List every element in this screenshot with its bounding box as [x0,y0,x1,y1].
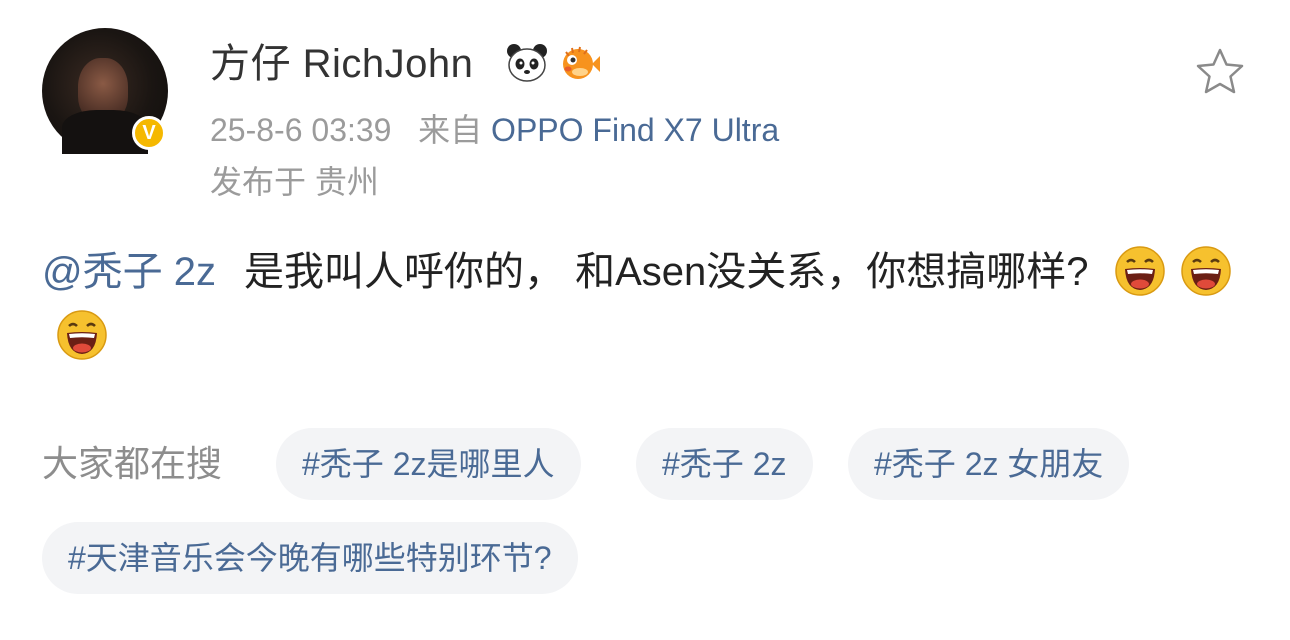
verified-badge-icon: V [132,116,166,150]
panda-badge-icon [507,44,547,82]
search-tag[interactable]: #秃子 2z 女朋友 [848,428,1130,500]
search-tag[interactable]: #天津音乐会今晚有哪些特别环节? [42,522,578,594]
post-timestamp: 25-8-6 03:39 [210,112,392,148]
laughing-emoji-icon [57,310,107,360]
post-content: @秃子 2z 是我叫人呼你的， 和Asen没关系，你想搞哪样? [42,240,1252,368]
post-location: 发布于 贵州 [210,164,379,200]
author-badges [504,40,602,86]
trending-search-label: 大家都在搜 [42,443,223,484]
laughing-emoji-icon [1180,246,1231,296]
author-name[interactable]: 方仔 RichJohn [210,38,473,90]
post-text: 是我叫人呼你的， 和Asen没关系，你想搞哪样? [243,250,1089,294]
mention-link[interactable]: @秃子 2z [42,250,216,294]
favorite-star-icon[interactable] [1194,46,1246,98]
pufferfish-badge-icon [563,46,600,79]
search-tag[interactable]: #秃子 2z是哪里人 [276,428,581,500]
search-tag[interactable]: #秃子 2z [636,428,813,500]
post-meta: 25-8-6 03:39 来自 OPPO Find X7 Ultra [210,108,779,152]
laughing-emoji-icon [1114,246,1165,296]
source-device-link[interactable]: OPPO Find X7 Ultra [491,112,779,148]
source-prefix: 来自 [418,112,483,148]
